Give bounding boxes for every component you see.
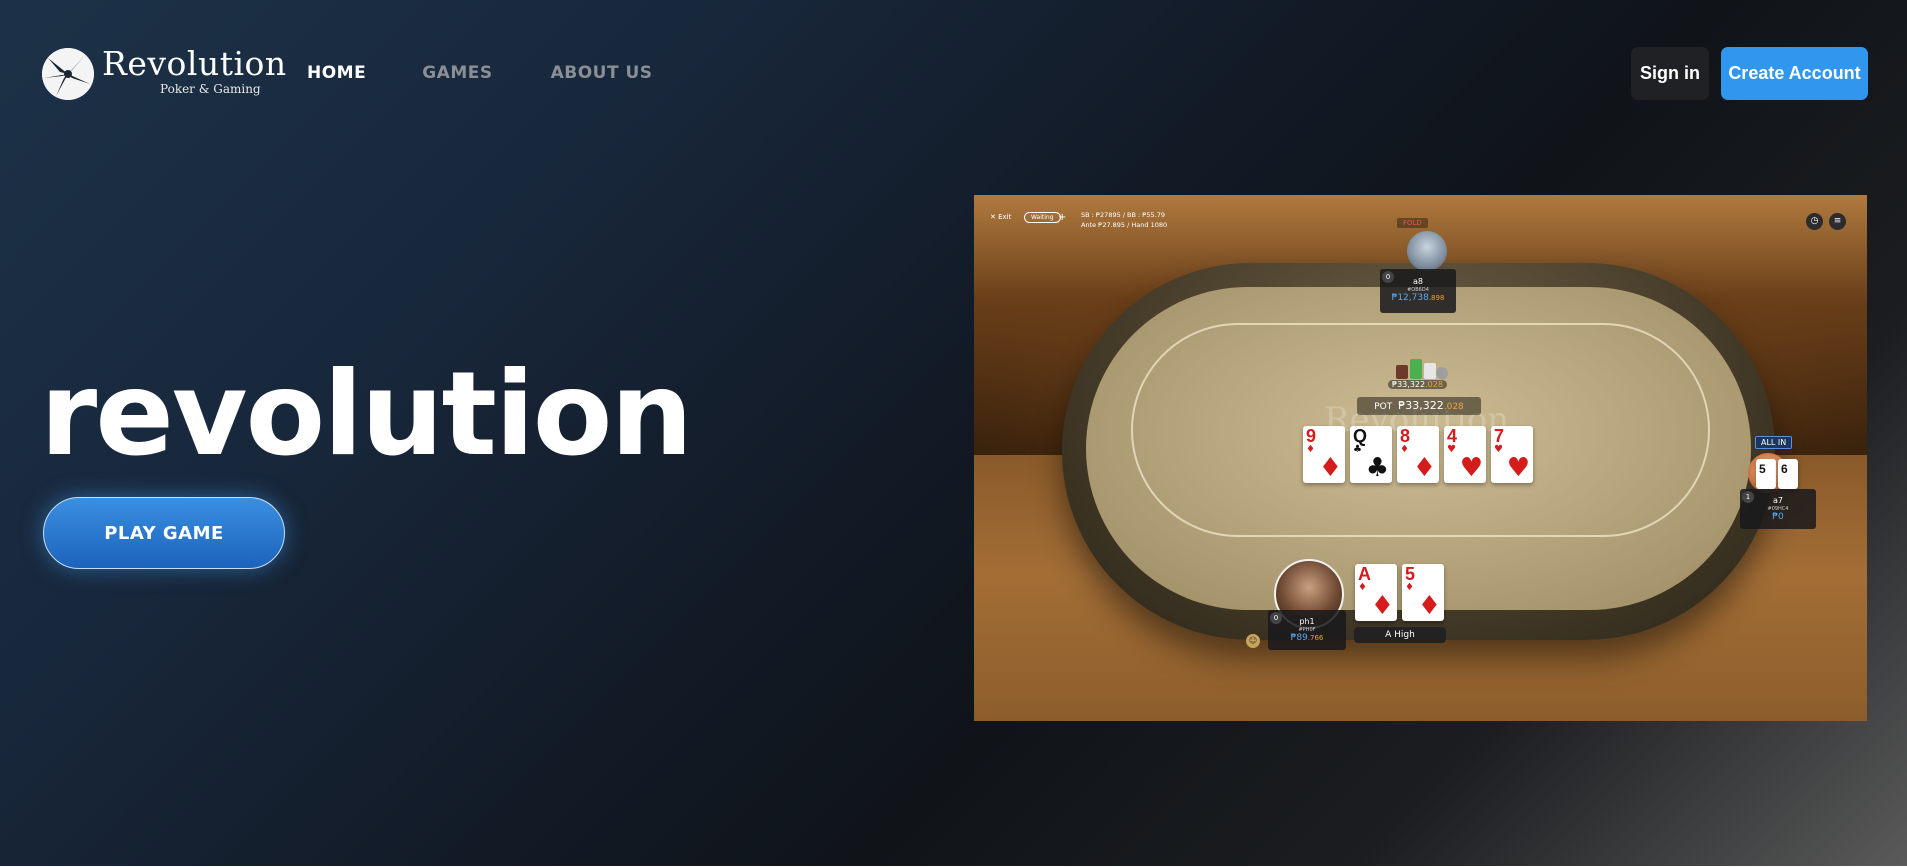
hero-title: revolution: [40, 347, 693, 482]
player-panel-top: 0 a8 #OB6D4 ₱12,738.898: [1380, 269, 1456, 313]
ante-line: Ante ₱27.895 / Hand 1080: [1081, 221, 1168, 229]
nav-home[interactable]: HOME: [307, 60, 366, 86]
card-rank: 9: [1306, 426, 1317, 446]
card-rank: Q: [1353, 426, 1368, 446]
stack-decimals: .766: [1307, 634, 1324, 642]
card-suit: ♦: [1400, 444, 1409, 455]
logo-tagline: Poker & Gaming: [160, 82, 261, 96]
player-stack: ₱0: [1772, 512, 1784, 522]
card-rank: 4: [1447, 426, 1458, 446]
stack-amount: ₱89: [1290, 633, 1308, 643]
game-preview: Revolution ✕ Exit Waiting + SB : ₱27895 …: [974, 195, 1867, 721]
stack-decimals: .898: [1428, 294, 1445, 302]
card-suit-large: ♦: [1417, 591, 1441, 621]
clock-icon[interactable]: ◷: [1806, 213, 1823, 230]
player-card: 6: [1778, 459, 1798, 489]
card-rank: 5: [1405, 564, 1416, 584]
player-avatar-top: [1407, 231, 1447, 271]
main-nav: HOME GAMES ABOUT US: [307, 60, 653, 86]
card-rank: 5: [1759, 462, 1766, 476]
chips-amount: ₱33,322.028: [1388, 380, 1447, 389]
player-card: 5: [1756, 459, 1776, 489]
waiting-status[interactable]: Waiting: [1024, 212, 1061, 223]
card-suit: ♥: [1494, 444, 1503, 455]
community-card: 4 ♥ ♥: [1444, 426, 1486, 483]
card-suit-large: ♦: [1318, 453, 1342, 483]
card-suit-large: ♥: [1459, 453, 1483, 483]
exit-label: Exit: [998, 213, 1012, 221]
card-rank: 8: [1400, 426, 1411, 446]
player-panel-right: 1 a7 #09HC4 ₱0: [1740, 489, 1816, 529]
blinds-info: SB : ₱27895 / BB : ₱55.79 Ante ₱27.895 /…: [1081, 210, 1167, 230]
card-rank: A: [1358, 564, 1371, 584]
seat-number: 0: [1382, 271, 1394, 283]
player-stack: ₱89.766: [1268, 633, 1346, 644]
play-game-button[interactable]: PLAY GAME: [43, 497, 285, 569]
chip-stack-icon: [1396, 359, 1448, 379]
create-account-button[interactable]: Create Account: [1721, 47, 1868, 100]
hand-strength-label: A High: [1354, 627, 1446, 643]
nav-games[interactable]: GAMES: [422, 60, 492, 86]
pot-value: ₱33,322: [1398, 399, 1444, 412]
card-suit: ♦: [1358, 582, 1367, 593]
community-card: Q ♣ ♣: [1350, 426, 1392, 483]
blinds-line: SB : ₱27895 / BB : ₱55.79: [1081, 211, 1166, 219]
chips-decimals: .028: [1425, 380, 1443, 389]
player-panel-hero: 0 ph1 #PH0F ₱89.766: [1268, 610, 1346, 650]
sign-in-button[interactable]: Sign in: [1631, 47, 1709, 100]
card-rank: 7: [1494, 426, 1505, 446]
seat-number: 0: [1270, 612, 1282, 624]
stack-amount: ₱12,738: [1391, 293, 1429, 303]
card-suit-large: ♦: [1370, 591, 1394, 621]
card-suit-large: ♦: [1412, 453, 1436, 483]
emoji-icon[interactable]: ☺: [1246, 634, 1260, 648]
community-card: 8 ♦ ♦: [1397, 426, 1439, 483]
card-suit: ♦: [1405, 582, 1414, 593]
card-suit-large: ♥: [1506, 453, 1530, 483]
hero-card: A ♦ ♦: [1355, 564, 1397, 621]
close-icon: ✕: [990, 213, 996, 221]
hero-card: 5 ♦ ♦: [1402, 564, 1444, 621]
card-suit: ♣: [1353, 444, 1362, 455]
exit-button[interactable]: ✕ Exit: [990, 213, 1011, 221]
card-rank: 6: [1781, 462, 1788, 476]
card-suit: ♦: [1306, 444, 1315, 455]
community-card: 9 ♦ ♦: [1303, 426, 1345, 483]
card-suit: ♥: [1447, 444, 1456, 455]
seat-number: 1: [1742, 491, 1754, 503]
card-suit-large: ♣: [1365, 453, 1389, 483]
nav-about-us[interactable]: ABOUT US: [551, 60, 653, 86]
fold-tag: FOLD: [1397, 218, 1428, 228]
logo-name: Revolution: [102, 44, 287, 83]
revolution-logo-icon: [42, 48, 94, 100]
chips-value: ₱33,322: [1392, 380, 1426, 389]
menu-icon[interactable]: ≡: [1829, 213, 1846, 230]
pot-display: POT ₱33,322.028: [1357, 397, 1481, 415]
community-card: 7 ♥ ♥: [1491, 426, 1533, 483]
pot-decimals: .028: [1443, 402, 1464, 412]
player-stack: ₱12,738.898: [1380, 293, 1456, 304]
plus-button[interactable]: +: [1058, 212, 1066, 223]
pot-label: POT: [1374, 402, 1393, 412]
revolution-logo[interactable]: Revolution Poker & Gaming: [42, 44, 286, 102]
all-in-tag: ALL IN: [1755, 436, 1793, 449]
